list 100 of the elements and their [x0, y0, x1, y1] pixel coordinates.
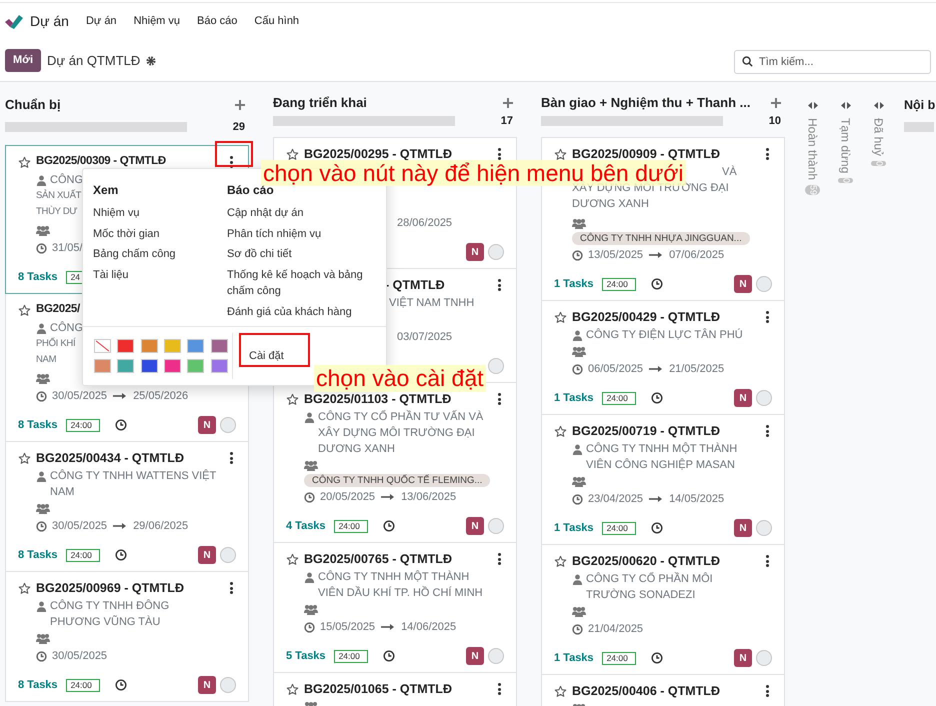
star-icon[interactable] [554, 148, 567, 160]
color-swatch[interactable] [117, 339, 134, 353]
expand-column-icon[interactable] [808, 102, 818, 109]
tasks-link[interactable]: 4 Tasks [286, 518, 326, 534]
add-icon[interactable] [771, 98, 781, 108]
menu-item[interactable]: Bảng chấm công [93, 246, 227, 262]
color-swatch[interactable] [164, 339, 181, 353]
star-icon[interactable] [554, 424, 567, 438]
tasks-link[interactable]: 8 Tasks [18, 676, 58, 694]
tasks-link[interactable]: 5 Tasks [286, 648, 326, 664]
tasks-link[interactable]: 8 Tasks [18, 268, 58, 286]
star-icon[interactable] [18, 452, 31, 464]
project-title[interactable]: BG2025/01065 - QTMTLĐ [304, 680, 452, 698]
project-title[interactable]: BG2025/ [36, 301, 80, 319]
user-avatar[interactable]: N [734, 519, 752, 537]
user-avatar[interactable]: N [734, 649, 752, 667]
project-title[interactable]: BG2025/00765 - QTMTLĐ [304, 550, 452, 568]
menu-item[interactable]: Nhiệm vụ [93, 205, 227, 222]
add-icon[interactable] [503, 98, 513, 108]
user-avatar[interactable]: N [466, 647, 484, 665]
project-card[interactable]: BG2025/00429 - QTMTLĐ CÔNG TY ĐIỆN LỰC TÂN PHÚ 06/05/2025 21/05/2025 1 Tasks 24:00 N [541, 300, 785, 415]
user-avatar[interactable]: N [734, 389, 752, 407]
clock-icon [36, 650, 47, 662]
color-swatch[interactable] [210, 339, 228, 353]
activity-clock-icon[interactable] [650, 392, 663, 404]
menu-item[interactable]: Mốc thời gian [93, 226, 227, 242]
project-title[interactable]: BG2025/00719 - QTMTLĐ [572, 422, 720, 440]
user-avatar[interactable]: N [198, 676, 216, 694]
settings-icon[interactable] [146, 56, 156, 66]
people-icon [36, 372, 50, 384]
tasks-link[interactable]: 8 Tasks [18, 546, 58, 564]
menu-item[interactable]: Tài liệu [93, 266, 227, 283]
tasks-link[interactable]: 1 Tasks [554, 276, 594, 292]
project-title[interactable]: BG2025/00309 - QTMTLĐ [36, 153, 166, 171]
star-icon[interactable] [286, 682, 299, 696]
color-swatch[interactable] [164, 359, 181, 373]
color-swatch[interactable] [187, 359, 204, 373]
color-swatch[interactable] [187, 339, 204, 353]
color-swatch[interactable] [140, 359, 158, 373]
search-field[interactable]: Tìm kiếm... [734, 50, 931, 74]
project-card[interactable]: BG2025/00434 - QTMTLĐ CÔNG TY TNHH WATTENS VIỆT NAM 30/05/2025 29/06/2025 8 Tasks 24:00 N [5, 441, 249, 572]
person-icon [36, 471, 47, 482]
project-title[interactable]: BG2025/00434 - QTMTLĐ [36, 448, 184, 468]
no-color-swatch[interactable] [94, 339, 111, 353]
activity-clock-icon[interactable] [650, 278, 663, 290]
activity-clock-icon[interactable] [382, 650, 395, 662]
expand-column-icon[interactable] [840, 102, 850, 109]
star-icon[interactable] [18, 156, 31, 168]
expand-column-icon[interactable] [874, 102, 884, 109]
project-card[interactable]: BG2025/01065 - QTMTLĐ [273, 672, 517, 706]
project-card[interactable]: BG2025/00969 - QTMTLĐ CÔNG TY TNHH ĐÔNG PHƯƠNG VŨNG TÀU 30/05/2025 8 Tasks 24:00 N [5, 571, 249, 702]
nav-menu-item[interactable]: Nhiệm vụ [134, 13, 180, 30]
project-title[interactable]: BG2025/00295 - QTMTLĐ [304, 144, 452, 164]
project-card[interactable]: BG2025/00406 - QTMTLĐ [541, 674, 785, 706]
activity-clock-icon[interactable] [382, 520, 395, 532]
star-icon[interactable] [286, 148, 299, 160]
nav-menu-item[interactable]: Báo cáo [197, 13, 238, 30]
star-icon[interactable] [286, 552, 299, 566]
user-avatar[interactable]: N [198, 416, 216, 434]
star-icon[interactable] [18, 582, 31, 594]
checkmark-logo-icon[interactable] [5, 14, 23, 28]
new-button[interactable]: Mới [5, 49, 42, 72]
tasks-link[interactable]: 1 Tasks [554, 650, 594, 666]
project-title[interactable]: BG2025/00429 - QTMTLĐ [572, 308, 720, 326]
star-icon[interactable] [18, 304, 31, 316]
color-swatch[interactable] [117, 359, 134, 373]
user-avatar[interactable]: N [466, 517, 484, 535]
project-title[interactable]: BG2025/01103 - QTMTLĐ [304, 390, 452, 408]
user-avatar[interactable]: N [198, 546, 216, 564]
activity-clock-icon[interactable] [114, 549, 127, 561]
project-title[interactable]: BG2025/00620 - QTMTLĐ [572, 552, 720, 570]
star-icon[interactable] [286, 392, 299, 406]
clock-icon [572, 494, 583, 504]
project-title[interactable]: BG2025/00909 - QTMTLĐ [572, 144, 720, 164]
project-title[interactable]: BG2025/00969 - QTMTLĐ [36, 578, 184, 598]
activity-clock-icon[interactable] [114, 419, 127, 431]
color-swatch[interactable] [210, 359, 228, 373]
color-swatch[interactable] [140, 339, 158, 353]
star-icon[interactable] [554, 310, 567, 324]
tasks-link[interactable]: 1 Tasks [554, 390, 594, 406]
color-swatch[interactable] [94, 359, 111, 373]
person-icon [572, 574, 583, 585]
user-avatar[interactable]: N [466, 243, 484, 261]
add-icon[interactable] [235, 100, 245, 110]
tasks-link[interactable]: 8 Tasks [18, 416, 58, 434]
app-name[interactable]: Dự án [30, 11, 69, 32]
star-icon[interactable] [554, 684, 567, 698]
nav-menu-item[interactable]: Cấu hình [254, 13, 300, 30]
clock-icon [572, 250, 583, 260]
project-card[interactable]: BG2025/00765 - QTMTLĐ CÔNG TY TNHH MỘT THÀNH VIÊN DẦU KHÍ TP. HỒ CHÍ MINH 15/05/2025 14/06/2025 5 Tasks 24:00 N [273, 542, 517, 673]
project-card[interactable]: BG2025/00620 - QTMTLĐ CÔNG TY CỔ PHẦN MÔI TRƯỜNG SONADEZI 21/04/2025 1 Tasks 24:00 N [541, 544, 785, 675]
user-avatar[interactable]: N [734, 275, 752, 293]
tasks-link[interactable]: 1 Tasks [554, 520, 594, 536]
project-title[interactable]: BG2025/00406 - QTMTLĐ [572, 682, 720, 700]
project-card[interactable]: BG2025/00719 - QTMTLĐ CÔNG TY TNHH MỘT THÀNH VIÊN CÔNG NGHIỆP MASAN 23/04/2025 14/05/2025 1 Tasks 24:00 N [541, 414, 785, 545]
activity-clock-icon[interactable] [650, 522, 663, 534]
activity-clock-icon[interactable] [114, 679, 127, 691]
activity-clock-icon[interactable] [650, 652, 663, 664]
star-icon[interactable] [554, 554, 567, 568]
nav-menu-item[interactable]: Dự án [86, 13, 117, 30]
